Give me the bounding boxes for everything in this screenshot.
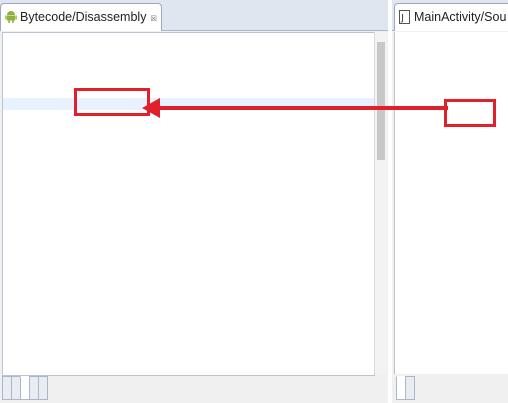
- android-icon: [5, 11, 17, 23]
- tab-title: MainActivity/Sou: [414, 10, 507, 24]
- code-line: [3, 356, 374, 368]
- annotation-arrow-line: [158, 106, 448, 110]
- source-tab-bar: J MainActivity/Sou: [392, 0, 508, 31]
- code-operands: [199, 221, 217, 233]
- annotation-arrow-head: [142, 98, 160, 118]
- disassembly-pane: Bytecode/Disassembly ☒: [0, 0, 388, 403]
- right-bottom-tabs: [396, 376, 415, 400]
- vertical-scrollbar[interactable]: [374, 32, 387, 374]
- annotation-box-left: [74, 88, 150, 116]
- editor-tab-bar: Bytecode/Disassembly ☒: [0, 0, 388, 31]
- tab-source[interactable]: [405, 376, 415, 400]
- tab-strings[interactable]: [38, 376, 48, 400]
- svg-text:J: J: [400, 14, 404, 24]
- close-tab-icon[interactable]: ☒: [150, 11, 157, 24]
- tab-mainactivity-source[interactable]: J MainActivity/Sou: [394, 3, 508, 31]
- code-line: [3, 221, 374, 233]
- scrollbar-thumb[interactable]: [377, 42, 385, 160]
- annotation-box-right: [444, 99, 496, 127]
- java-file-icon: J: [399, 10, 410, 24]
- tab-title: Bytecode/Disassembly: [20, 10, 147, 24]
- disassembly-code-view[interactable]: [2, 32, 375, 376]
- source-pane: J MainActivity/Sou: [392, 0, 508, 403]
- tab-bytecode-disassembly[interactable]: Bytecode/Disassembly ☒: [0, 3, 162, 31]
- source-code-view[interactable]: [394, 32, 508, 374]
- code-operands: [199, 356, 217, 368]
- left-bottom-tabs: [2, 376, 48, 400]
